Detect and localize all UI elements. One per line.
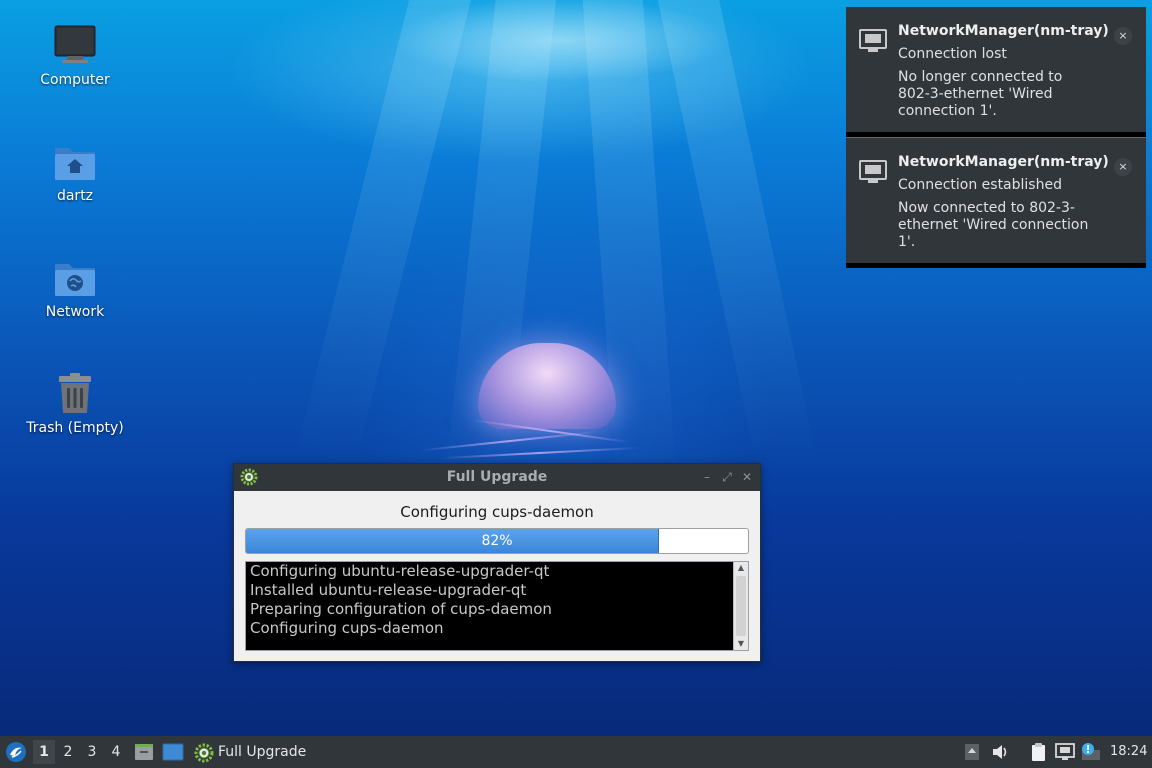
trash-icon — [53, 372, 97, 416]
window-title: Full Upgrade — [446, 469, 548, 485]
desktop-switcher-2[interactable]: 2 — [57, 740, 79, 764]
desktop-background: Computer dartz Network Trash (Empty) Net… — [0, 0, 1152, 736]
desktop-icon-trash[interactable]: Trash (Empty) — [20, 372, 130, 436]
upgrade-status-label: Configuring cups-daemon — [400, 503, 594, 521]
light-ray — [650, 0, 818, 475]
home-folder-icon — [53, 140, 97, 184]
log-line: Installed ubuntu-release-upgrader-qt — [250, 581, 527, 599]
notification-body: Now connected to 802-3-ethernet 'Wired c… — [898, 200, 1089, 250]
progress-percent-label: 82% — [481, 533, 513, 549]
notification-body: No longer connected to 802-3-ethernet 'W… — [898, 69, 1063, 119]
log-line: Configuring ubuntu-release-upgrader-qt — [250, 562, 550, 580]
desktop-icon-label: Trash (Empty) — [26, 420, 124, 436]
upgrade-progress-bar: 82% — [245, 528, 749, 554]
desktop-icon-computer[interactable]: Computer — [20, 24, 130, 88]
scrollbar-thumb[interactable] — [736, 576, 746, 636]
minimize-button[interactable]: – — [700, 469, 714, 485]
update-notifier-icon[interactable] — [1080, 742, 1100, 762]
network-folder-icon — [53, 256, 97, 300]
notification-summary: Connection established — [898, 177, 1062, 193]
notification-connection-lost[interactable]: NetworkManager(nm-tray) Connection lost … — [846, 7, 1146, 137]
desktop-switcher-4[interactable]: 4 — [105, 740, 127, 764]
volume-icon[interactable] — [990, 742, 1010, 762]
scroll-down-arrow-icon[interactable]: ▼ — [734, 638, 748, 650]
notification-title: NetworkManager(nm-tray) — [898, 23, 1109, 39]
taskbar: 1 2 3 4 Full Upgrade 18:24 — [0, 736, 1152, 768]
window-titlebar[interactable]: Full Upgrade – ⤢ ✕ — [234, 464, 760, 491]
network-icon[interactable] — [1054, 742, 1075, 762]
taskbar-item-label: Full Upgrade — [218, 744, 307, 760]
desktop-switcher-3[interactable]: 3 — [81, 740, 103, 764]
file-manager-icon[interactable] — [134, 742, 154, 762]
clock[interactable]: 18:24 — [1110, 744, 1147, 759]
full-upgrade-window: Full Upgrade – ⤢ ✕ Configuring cups-daem… — [233, 463, 761, 662]
notification-title: NetworkManager(nm-tray) — [898, 154, 1109, 170]
desktop-switcher-1[interactable]: 1 — [33, 740, 55, 764]
clipboard-icon[interactable] — [1028, 742, 1048, 762]
upgrade-log-terminal[interactable]: Configuring ubuntu-release-upgrader-qt I… — [245, 561, 749, 651]
desktop-icon-network[interactable]: Network — [20, 256, 130, 320]
light-ray — [295, 0, 480, 472]
up-arrow-icon[interactable] — [962, 742, 982, 762]
desktop-icon-label: Computer — [40, 72, 110, 88]
gear-icon — [194, 743, 214, 763]
notification-close-button[interactable]: × — [1114, 27, 1132, 45]
log-line: Preparing configuration of cups-daemon — [250, 600, 552, 618]
notification-summary: Connection lost — [898, 46, 1007, 62]
taskbar-item-full-upgrade[interactable]: Full Upgrade — [192, 739, 312, 765]
log-scrollbar[interactable]: ▲ ▼ — [733, 562, 748, 650]
notification-connection-established[interactable]: NetworkManager(nm-tray) Connection estab… — [846, 138, 1146, 268]
computer-icon — [53, 24, 97, 68]
log-line: Configuring cups-daemon — [250, 619, 444, 637]
network-wired-icon — [859, 29, 887, 53]
notification-close-button[interactable]: × — [1114, 158, 1132, 176]
maximize-button[interactable]: ⤢ — [720, 469, 734, 485]
lubuntu-logo-icon[interactable] — [4, 740, 28, 764]
desktop-icon-label: dartz — [56, 188, 94, 204]
network-wired-icon — [859, 160, 887, 184]
desktop-icon-label: Network — [45, 304, 105, 320]
desktop-icon[interactable] — [162, 742, 184, 762]
desktop-icon-home-folder[interactable]: dartz — [20, 140, 130, 204]
scroll-up-arrow-icon[interactable]: ▲ — [734, 562, 748, 574]
close-button[interactable]: ✕ — [740, 469, 754, 485]
